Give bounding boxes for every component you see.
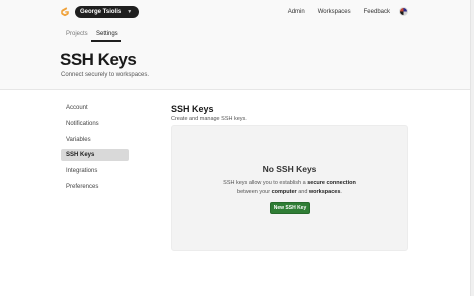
new-ssh-key-button[interactable]: New SSH Key	[270, 202, 310, 214]
section-subtitle: Create and manage SSH keys.	[171, 116, 247, 122]
tab-settings[interactable]: Settings	[96, 31, 118, 37]
desc-emphasis: computer	[271, 188, 297, 195]
desc-text: SSH keys allow you to establish a	[223, 180, 308, 186]
top-nav-links: Admin Workspaces Feedback	[288, 9, 390, 15]
tab-projects[interactable]: Projects	[66, 31, 88, 37]
desc-text: .	[340, 188, 342, 195]
user-menu-button[interactable]: George Tsiolis ▼	[75, 6, 140, 18]
gitpod-logo-icon[interactable]	[60, 6, 70, 17]
desc-emphasis: workspaces	[308, 188, 341, 195]
top-navigation-bar: George Tsiolis ▼ Admin Workspaces Feedba…	[0, 0, 474, 24]
sidebar-item-account[interactable]: Account	[61, 102, 129, 114]
sub-tabs: Projects Settings	[0, 24, 474, 42]
nav-link-workspaces[interactable]: Workspaces	[318, 9, 351, 15]
desc-emphasis: secure connection	[307, 180, 356, 186]
section-title: SSH Keys	[171, 104, 214, 114]
chevron-down-icon: ▼	[127, 9, 133, 15]
user-name: George Tsiolis	[80, 9, 122, 15]
sidebar-item-preferences[interactable]: Preferences	[61, 181, 129, 193]
page-subtitle: Connect securely to workspaces.	[61, 72, 150, 78]
sidebar-item-notifications[interactable]: Notifications	[61, 118, 129, 130]
desc-text: between your	[237, 188, 272, 195]
nav-link-feedback[interactable]: Feedback	[364, 9, 390, 15]
empty-state-title: No SSH Keys	[262, 164, 317, 174]
page-scrollbar[interactable]	[470, 0, 474, 296]
sidebar-item-integrations[interactable]: Integrations	[61, 165, 129, 177]
empty-state-card: No SSH Keys SSH keys allow you to establ…	[171, 125, 408, 251]
sidebar-item-variables[interactable]: Variables	[61, 134, 129, 146]
user-avatar[interactable]	[399, 7, 408, 16]
page-title: SSH Keys	[60, 50, 137, 69]
empty-state-description: SSH keys allow you to establish a secure…	[172, 179, 407, 196]
nav-link-admin[interactable]: Admin	[288, 9, 305, 15]
desc-text: and	[296, 188, 309, 195]
sidebar-item-ssh-keys[interactable]: SSH Keys	[61, 149, 129, 161]
